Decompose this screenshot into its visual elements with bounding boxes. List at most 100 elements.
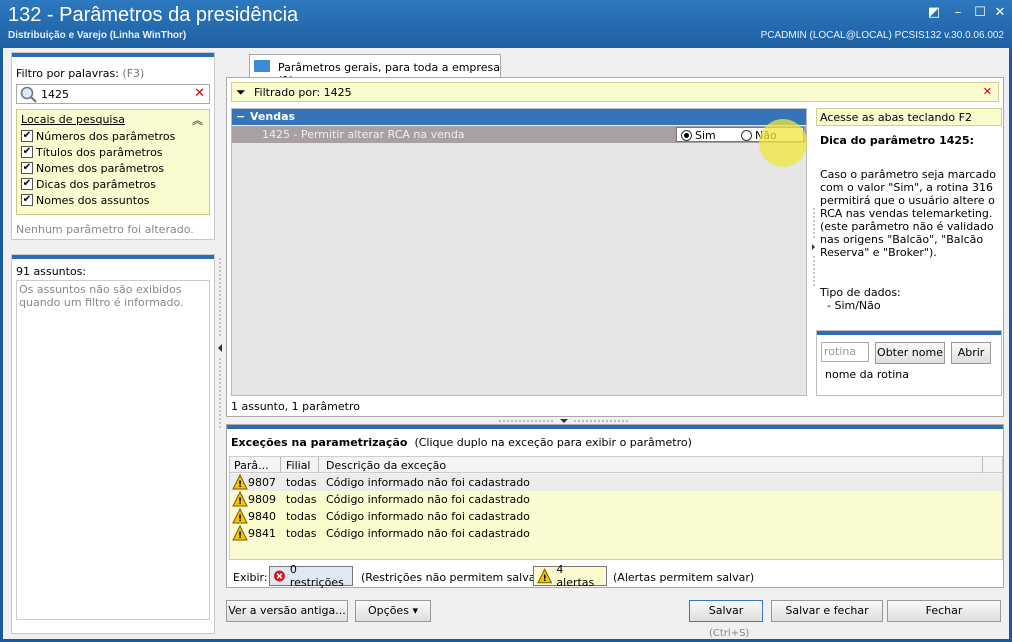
column-filial[interactable]: Filial	[286, 459, 311, 472]
hint-panel: Acesse as abas teclando F2 Dica do parâm…	[816, 108, 1002, 326]
cell-param: 9840	[248, 510, 276, 523]
filter-bar: ⏷ Filtrado por: 1425 ✕	[231, 82, 999, 102]
option-titulos[interactable]: ✔ Títulos dos parâmetros	[21, 144, 163, 160]
filter-label: Filtro por palavras: (F3)	[16, 67, 144, 80]
pin-icon[interactable]: ◩	[926, 6, 942, 20]
option-assuntos[interactable]: ✔ Nomes dos assuntos	[21, 192, 150, 208]
divider	[12, 255, 214, 259]
table-row[interactable]: ! 9807 todas Código informado não foi ca…	[230, 474, 1002, 491]
routine-lookup: rotina Obter nome Abrir nome da rotina	[816, 330, 1002, 396]
title-bar: 132 - Parâmetros da presidência Distribu…	[0, 0, 1012, 46]
checkbox-icon[interactable]: ✔	[21, 162, 33, 174]
vertical-splitter[interactable]	[216, 258, 224, 428]
search-icon	[20, 86, 37, 103]
svg-text:!: !	[238, 531, 242, 541]
divider	[227, 425, 1003, 429]
parameter-row[interactable]: 1425 - Permitir alterar RCA na venda Sim…	[232, 126, 806, 143]
access-tip: Acesse as abas teclando F2	[816, 108, 1002, 126]
filter-hint: (F3)	[122, 67, 145, 80]
close-icon[interactable]: ✕	[992, 6, 1008, 20]
svg-text:!: !	[543, 574, 547, 584]
options-button[interactable]: Opções ▾	[355, 600, 431, 622]
splitter-grip-icon	[218, 258, 222, 428]
restricoes-note: (Restrições não permitem salvar)	[361, 571, 545, 584]
close-button[interactable]: Fechar	[887, 600, 1001, 622]
table-row[interactable]: ! 9809 todas Código informado não foi ca…	[230, 491, 1002, 508]
cell-param: 9841	[248, 527, 276, 540]
column-descricao[interactable]: Descrição da exceção	[326, 459, 446, 472]
data-type-value: - Sim/Não	[820, 299, 881, 312]
checkbox-icon[interactable]: ✔	[21, 194, 33, 206]
divider	[817, 331, 1001, 335]
table-header: Parâ... Filial Descrição da exceção	[230, 457, 1002, 473]
radio-empty-icon[interactable]	[741, 130, 752, 141]
obter-nome-button[interactable]: Obter nome	[875, 342, 945, 364]
exceptions-table: Parâ... Filial Descrição da exceção ! 98…	[229, 456, 1003, 560]
checkbox-icon[interactable]: ✔	[21, 146, 33, 158]
table-row[interactable]: ! 9841 todas Código informado não foi ca…	[230, 525, 1002, 542]
routine-input[interactable]: rotina	[821, 342, 869, 362]
window-title: 132 - Parâmetros da presidência	[8, 4, 299, 26]
option-label: Nomes dos parâmetros	[36, 161, 165, 175]
app-window: 132 - Parâmetros da presidência Distribu…	[0, 0, 1012, 642]
cell-filial: todas	[286, 527, 317, 540]
divider	[318, 457, 319, 473]
restricoes-label: 0 restrições	[289, 563, 344, 589]
tab-parametros-gerais[interactable]: Parâmetros gerais, para toda a empresa (…	[249, 54, 501, 87]
warning-icon: !	[232, 508, 248, 524]
radio-sim[interactable]: Sim	[681, 129, 716, 142]
no-change-text: Nenhum parâmetro foi alterado.	[16, 223, 194, 236]
warning-icon: !	[232, 525, 248, 541]
data-type-label: Tipo de dados:	[820, 286, 901, 299]
hint-title: Dica do parâmetro 1425:	[820, 134, 975, 147]
table-row[interactable]: ! 9840 todas Código informado não foi ca…	[230, 508, 1002, 525]
search-locations: Locais de pesquisa ︽ ✔ Números dos parâme…	[16, 109, 210, 215]
maximize-icon[interactable]: ☐	[972, 6, 988, 20]
old-version-button[interactable]: Ver a versão antiga...	[226, 600, 348, 622]
cell-param: 9809	[248, 493, 276, 506]
funnel-icon: ⏷	[236, 85, 246, 99]
clear-icon[interactable]: ✕	[194, 86, 205, 101]
svg-text:!: !	[238, 480, 242, 490]
exibir-label: Exibir:	[233, 571, 268, 584]
save-button[interactable]: Salvar	[689, 600, 763, 622]
subjects-header: 91 assuntos:	[16, 265, 87, 278]
cell-descricao: Código informado não foi cadastrado	[326, 476, 530, 489]
column-param[interactable]: Parâ...	[234, 459, 269, 472]
window-subtitle: Distribuição e Varejo (Linha WinThor)	[8, 30, 187, 41]
save-close-button[interactable]: Salvar e fechar	[771, 600, 883, 622]
cell-param: 9807	[248, 476, 276, 489]
checkbox-icon[interactable]: ✔	[21, 130, 33, 142]
checkbox-icon[interactable]: ✔	[21, 178, 33, 190]
error-icon	[273, 570, 285, 582]
option-nomes[interactable]: ✔ Nomes dos parâmetros	[21, 160, 164, 176]
search-input[interactable]	[41, 87, 191, 101]
option-label: Títulos dos parâmetros	[36, 145, 163, 159]
collapse-group-icon[interactable]: −	[236, 110, 245, 123]
hint-text: Caso o parâmetro seja marcado com o valo…	[820, 168, 996, 259]
option-numeros[interactable]: ✔ Números dos parâmetros	[21, 128, 175, 144]
clear-filter-icon[interactable]: ✕	[983, 85, 992, 98]
options-label: Opções	[368, 604, 409, 617]
divider	[12, 53, 214, 57]
search-box: ✕	[16, 84, 210, 104]
filter-bar-label: Filtrado por: 1425	[254, 86, 352, 99]
cell-filial: todas	[286, 476, 317, 489]
user-info: PCADMIN (LOCAL@LOCAL) PCSIS132 v.30.0.06…	[760, 30, 1004, 41]
locais-header: Locais de pesquisa	[21, 113, 125, 126]
group-label: Vendas	[250, 110, 296, 123]
cell-descricao: Código informado não foi cadastrado	[326, 527, 530, 540]
filter-label-text: Filtro por palavras:	[16, 67, 119, 80]
abrir-button[interactable]: Abrir	[951, 342, 991, 364]
restricoes-toggle[interactable]: 0 restrições	[269, 563, 353, 589]
exceptions-hint: (Clique duplo na exceção para exibir o p…	[414, 436, 692, 449]
collapse-icon[interactable]: ︽	[192, 112, 203, 128]
group-header-vendas[interactable]: − Vendas	[232, 109, 806, 125]
svg-text:!: !	[238, 497, 242, 507]
client-area: Filtro por palavras: (F3) ✕ Locais de pe…	[3, 48, 1009, 639]
option-dicas[interactable]: ✔ Dicas dos parâmetros	[21, 176, 156, 192]
minimize-icon[interactable]: –	[950, 6, 966, 20]
cell-descricao: Código informado não foi cadastrado	[326, 510, 530, 523]
alertas-toggle[interactable]: ! 4 alertas	[533, 563, 607, 589]
radio-selected-icon[interactable]	[681, 130, 692, 141]
